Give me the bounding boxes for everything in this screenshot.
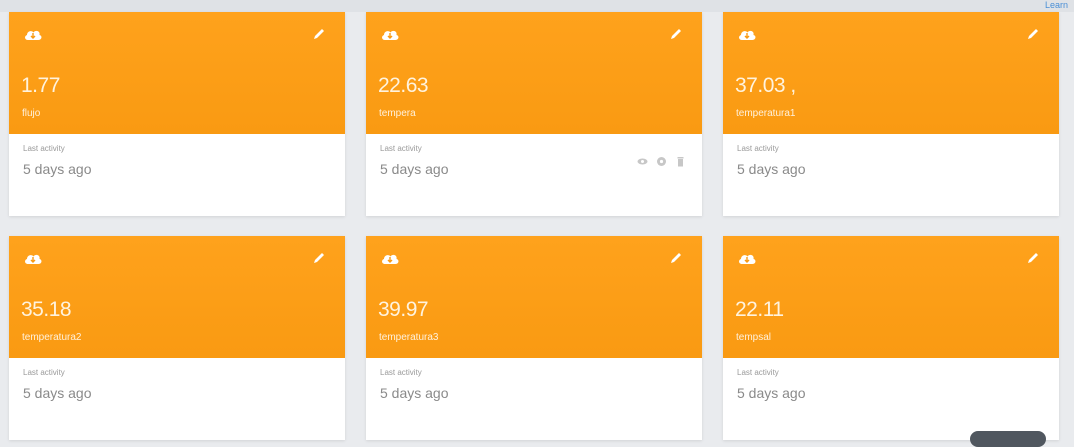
variable-name: tempera xyxy=(379,108,416,119)
last-activity-value: 5 days ago xyxy=(23,385,92,401)
last-activity-value: 5 days ago xyxy=(380,161,449,177)
variable-value: 1.77 xyxy=(21,74,60,98)
last-activity-label: Last activity xyxy=(23,368,65,377)
variable-card[interactable]: 39.97 temperatura3 Last activity 5 days … xyxy=(366,236,702,440)
variable-name: tempsal xyxy=(736,332,771,343)
delete-trash-icon[interactable] xyxy=(675,154,686,165)
variable-card[interactable]: 37.03 , temperatura1 Last activity 5 day… xyxy=(723,12,1059,216)
cloud-icon xyxy=(737,26,757,42)
variable-name: flujo xyxy=(22,108,40,119)
cloud-icon xyxy=(23,250,43,266)
variable-value: 22.11 xyxy=(735,298,784,322)
variable-card[interactable]: 22.11 tempsal Last activity 5 days ago xyxy=(723,236,1059,440)
edit-pencil-icon[interactable] xyxy=(311,250,327,266)
last-activity-value: 5 days ago xyxy=(23,161,92,177)
last-activity-label: Last activity xyxy=(23,144,65,153)
edit-pencil-icon[interactable] xyxy=(668,250,684,266)
card-header[interactable]: 39.97 temperatura3 xyxy=(366,236,702,358)
last-activity-label: Last activity xyxy=(737,144,779,153)
edit-pencil-icon[interactable] xyxy=(668,26,684,42)
card-header[interactable]: 37.03 , temperatura1 xyxy=(723,12,1059,134)
last-activity-value: 5 days ago xyxy=(737,385,806,401)
card-body: Last activity 5 days ago xyxy=(9,358,345,440)
card-header[interactable]: 1.77 flujo xyxy=(9,12,345,134)
card-header[interactable]: 22.63 tempera xyxy=(366,12,702,134)
variable-card[interactable]: 22.63 tempera Last activity 5 days ago xyxy=(366,12,702,216)
variable-value: 22.63 xyxy=(378,74,428,98)
variable-value: 39.97 xyxy=(378,298,428,322)
variable-name: temperatura1 xyxy=(736,108,795,119)
last-activity-label: Last activity xyxy=(737,368,779,377)
edit-pencil-icon[interactable] xyxy=(1025,26,1041,42)
cloud-icon xyxy=(737,250,757,266)
variable-card[interactable]: 1.77 flujo Last activity 5 days ago xyxy=(9,12,345,216)
edit-pencil-icon[interactable] xyxy=(1025,250,1041,266)
learn-link[interactable]: Learn xyxy=(1045,0,1068,10)
cloud-icon xyxy=(380,26,400,42)
variable-value: 37.03 , xyxy=(735,74,796,98)
card-header[interactable]: 22.11 tempsal xyxy=(723,236,1059,358)
variable-grid: 1.77 flujo Last activity 5 days ago 22.6… xyxy=(9,12,1059,440)
card-body: Last activity 5 days ago xyxy=(723,358,1059,440)
card-body: Last activity 5 days ago xyxy=(366,134,702,216)
top-strip xyxy=(0,0,1074,12)
cloud-icon xyxy=(23,26,43,42)
card-body: Last activity 5 days ago xyxy=(9,134,345,216)
settings-gear-icon[interactable] xyxy=(656,154,667,165)
card-body: Last activity 5 days ago xyxy=(723,134,1059,216)
variable-value: 35.18 xyxy=(21,298,71,322)
variable-name: temperatura2 xyxy=(22,332,81,343)
last-activity-label: Last activity xyxy=(380,144,422,153)
variable-card[interactable]: 35.18 temperatura2 Last activity 5 days … xyxy=(9,236,345,440)
card-body: Last activity 5 days ago xyxy=(366,358,702,440)
cloud-icon xyxy=(380,250,400,266)
card-header[interactable]: 35.18 temperatura2 xyxy=(9,236,345,358)
card-actions xyxy=(637,154,686,165)
last-activity-label: Last activity xyxy=(380,368,422,377)
last-activity-value: 5 days ago xyxy=(737,161,806,177)
view-eye-icon[interactable] xyxy=(637,154,648,165)
last-activity-value: 5 days ago xyxy=(380,385,449,401)
variable-name: temperatura3 xyxy=(379,332,438,343)
edit-pencil-icon[interactable] xyxy=(311,26,327,42)
floating-action-button[interactable] xyxy=(970,431,1046,447)
